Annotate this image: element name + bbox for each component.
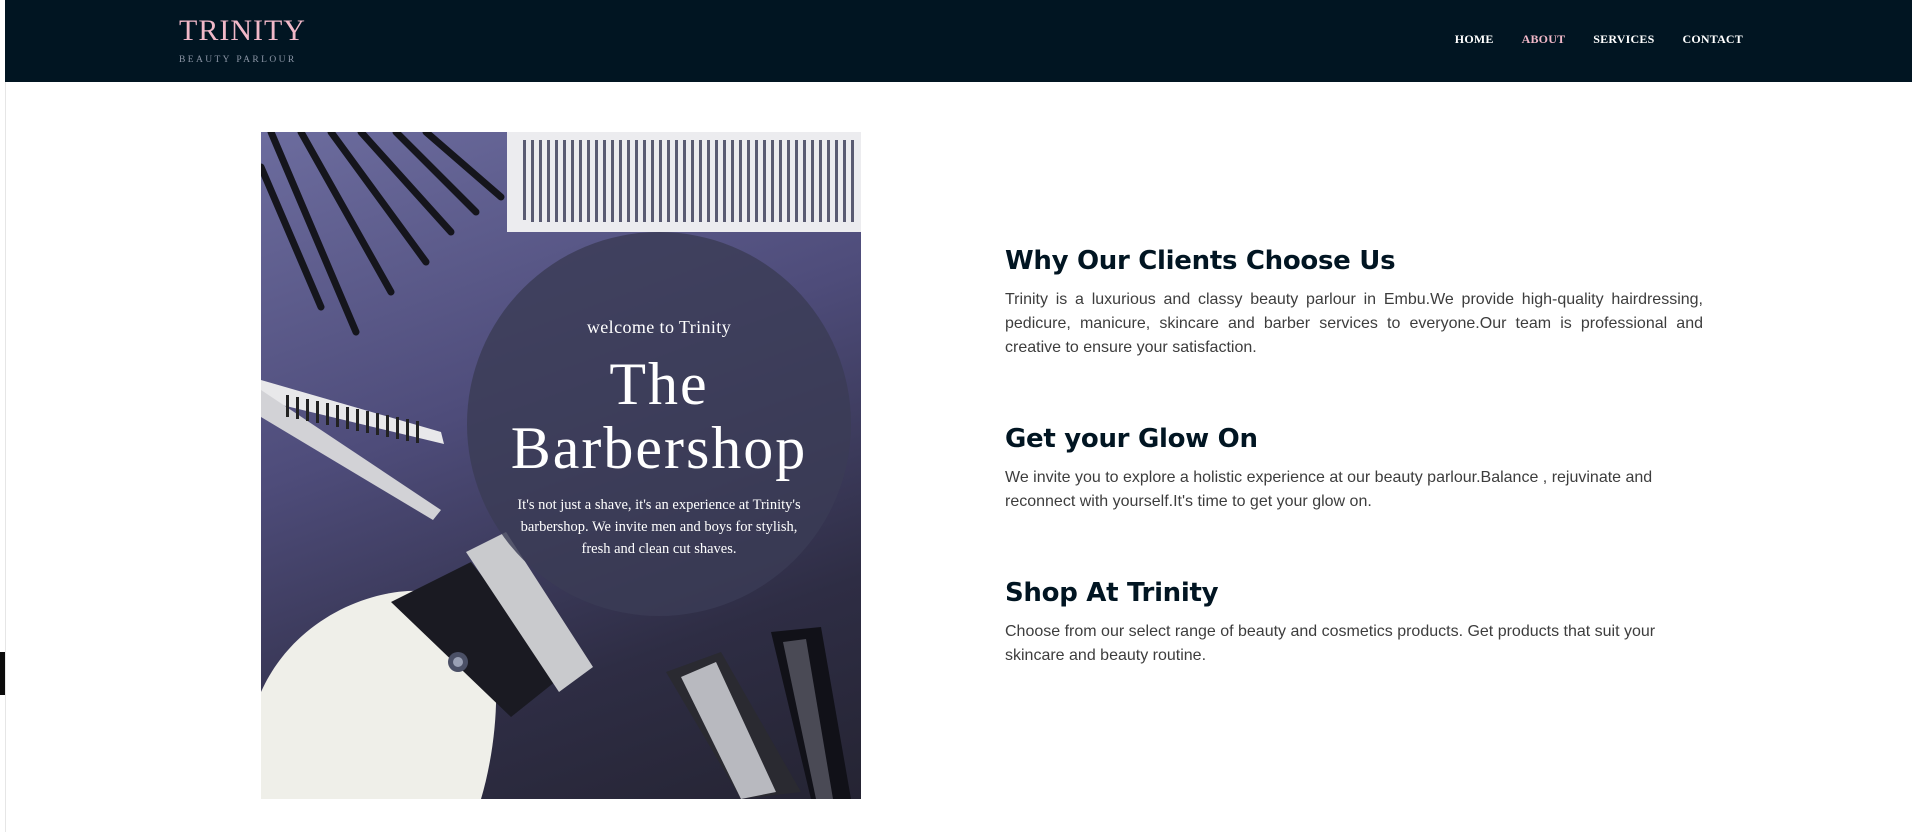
nav-home[interactable]: HOME (1455, 32, 1494, 47)
brand-name: TRINITY (179, 14, 306, 47)
scissors (261, 380, 444, 520)
section-shop: Shop At Trinity Choose from our select r… (1005, 576, 1703, 668)
section-heading: Shop At Trinity (1005, 578, 1219, 608)
nav-services[interactable]: SERVICES (1593, 32, 1654, 47)
section-text: Choose from our select range of beauty a… (1005, 623, 1656, 664)
section-heading: Get your Glow On (1005, 424, 1258, 454)
brand-tagline: BEAUTY PARLOUR (179, 55, 297, 65)
site-header: TRINITY BEAUTY PARLOUR HOME ABOUT SERVIC… (5, 0, 1912, 82)
brand-logo[interactable]: TRINITY BEAUTY PARLOUR (179, 14, 306, 66)
barbershop-poster-image: welcome to Trinity The Barbershop It's n… (261, 132, 861, 799)
about-content: Why Our Clients Choose Us Trinity is a l… (1005, 244, 1703, 730)
poster-title-line2: Barbershop (510, 415, 808, 481)
section-glow-on: Get your Glow On We invite you to explor… (1005, 422, 1703, 514)
section-text: We invite you to explore a holistic expe… (1005, 469, 1653, 510)
poster-title-line1: The (609, 351, 709, 417)
nav-contact[interactable]: CONTACT (1682, 32, 1743, 47)
section-text: Trinity is a luxurious and classy beauty… (1005, 291, 1703, 356)
section-why-choose-us: Why Our Clients Choose Us Trinity is a l… (1005, 244, 1703, 360)
razors (666, 627, 851, 799)
main-nav: HOME ABOUT SERVICES CONTACT (1455, 32, 1743, 47)
poster-welcome: welcome to Trinity (586, 317, 732, 337)
nav-about[interactable]: ABOUT (1522, 32, 1566, 47)
section-heading: Why Our Clients Choose Us (1005, 246, 1396, 276)
comb-top (507, 132, 861, 232)
left-edge-strip (0, 0, 6, 832)
poster-text: welcome to Trinity The Barbershop It's n… (467, 232, 851, 560)
poster-subtitle: It's not just a shave, it's an experienc… (517, 497, 801, 557)
left-edge-tab[interactable] (0, 652, 5, 695)
page: TRINITY BEAUTY PARLOUR HOME ABOUT SERVIC… (0, 0, 1912, 832)
pick-comb (261, 132, 505, 336)
